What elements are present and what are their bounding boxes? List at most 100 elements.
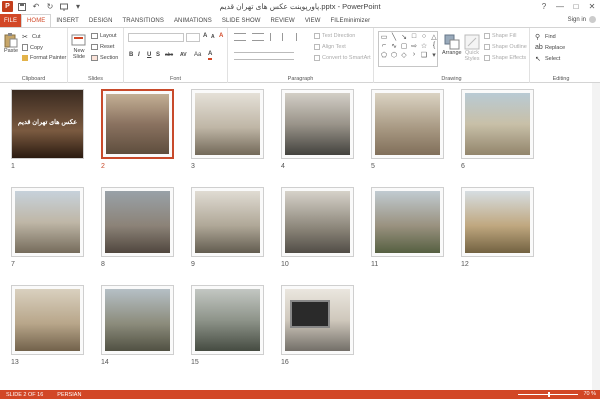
shadow-button[interactable]: S	[156, 52, 160, 58]
shape-fill-button[interactable]: Shape Fill	[484, 33, 516, 39]
sign-in-link[interactable]: Sign in	[568, 17, 586, 23]
hexagon-icon[interactable]: ⬡	[389, 50, 399, 59]
slide-thumbnail[interactable]: عکس های تهران قدیم	[11, 89, 84, 159]
select-button[interactable]: ↖ Select	[535, 55, 560, 63]
increase-indent-button[interactable]	[282, 33, 290, 41]
arrow-icon[interactable]: ↘	[399, 32, 409, 41]
slide-thumbnail[interactable]	[101, 187, 174, 257]
minimize-icon[interactable]: —	[552, 0, 568, 13]
slide-number: 15	[191, 359, 199, 366]
slide-thumbnail[interactable]	[191, 89, 264, 159]
shape-outline-button[interactable]: Shape Outline	[484, 44, 527, 50]
slide-thumbnail[interactable]	[191, 285, 264, 355]
format-painter-button[interactable]: Format Painter	[22, 55, 66, 61]
shape-effects-button[interactable]: Shape Effects	[484, 55, 526, 61]
section-button[interactable]: Section	[91, 55, 118, 61]
align-text-button[interactable]: Align Text	[314, 44, 346, 50]
copy-button[interactable]: Copy	[22, 44, 43, 51]
slide-thumbnail[interactable]	[461, 89, 534, 159]
font-color-button[interactable]: A	[208, 51, 213, 60]
shapes-gallery[interactable]: ▭ ╲ ↘ □ ○ △ ⌐ ∿ ▢ ⇨ ☆{ ⬠ ⬡ ◇ › ❑ ▾	[378, 31, 438, 67]
text-box-icon[interactable]: ▭	[379, 32, 389, 41]
tab-view[interactable]: VIEW	[300, 14, 326, 27]
decrease-indent-button[interactable]	[270, 33, 278, 41]
numbering-button[interactable]	[252, 33, 264, 41]
reset-button[interactable]: Reset	[91, 44, 114, 50]
text-direction-button[interactable]: Text Direction	[314, 33, 355, 39]
bullets-button[interactable]	[234, 33, 246, 41]
line-icon[interactable]: ╲	[389, 32, 399, 41]
rounded-rect-icon[interactable]: ▢	[399, 41, 409, 50]
find-label: Find	[545, 34, 556, 40]
tab-insert[interactable]: INSERT	[51, 14, 84, 27]
slide-thumbnail[interactable]	[191, 187, 264, 257]
paste-button[interactable]: Paste	[3, 32, 19, 54]
find-button[interactable]: ⚲ Find	[535, 33, 556, 41]
slide-thumbnail[interactable]	[371, 89, 444, 159]
grow-font-button[interactable]: A	[203, 33, 207, 39]
slide-thumbnail[interactable]	[11, 187, 84, 257]
font-name-combo[interactable]	[128, 33, 184, 42]
tab-design[interactable]: DESIGN	[84, 14, 118, 27]
close-icon[interactable]: ✕	[584, 0, 600, 13]
bold-button[interactable]: B	[129, 52, 133, 58]
arrange-button[interactable]: Arrange	[442, 34, 462, 56]
change-case-button[interactable]: Aa	[194, 52, 201, 58]
replace-button[interactable]: ab Replace	[535, 44, 565, 52]
new-slide-button[interactable]: New Slide	[71, 32, 87, 60]
character-spacing-button[interactable]: AV	[180, 52, 187, 58]
tab-home[interactable]: HOME	[21, 14, 52, 27]
zoom-slider-thumb[interactable]	[548, 392, 550, 397]
slide-thumbnail[interactable]	[281, 89, 354, 159]
curve-icon[interactable]: ∿	[389, 41, 399, 50]
align-buttons[interactable]	[234, 52, 294, 60]
slide-thumbnail[interactable]	[371, 187, 444, 257]
underline-button[interactable]: U	[147, 52, 151, 58]
slide-thumbnail[interactable]	[101, 285, 174, 355]
maximize-icon[interactable]: □	[568, 0, 584, 13]
layout-icon	[91, 33, 98, 39]
oval-icon[interactable]: ○	[419, 32, 429, 41]
new-slide-label-2: Slide	[72, 54, 86, 60]
tab-slide-show[interactable]: SLIDE SHOW	[217, 14, 266, 27]
diamond-icon[interactable]: ◇	[399, 50, 409, 59]
zoom-level[interactable]: 70 %	[583, 391, 596, 397]
slides-group-label: Slides	[88, 76, 103, 82]
layout-button[interactable]: Layout	[91, 33, 117, 39]
more-shapes-icon[interactable]: ▾	[429, 50, 439, 59]
quick-styles-button[interactable]: Quick Styles	[464, 34, 480, 62]
callout-icon[interactable]: ❑	[419, 50, 429, 59]
chevron-icon[interactable]: ›	[409, 50, 419, 59]
slide-thumbnail[interactable]	[281, 285, 354, 355]
tab-animations[interactable]: ANIMATIONS	[169, 14, 217, 27]
scissors-icon: ✂	[22, 34, 28, 41]
strikethrough-button[interactable]: abc	[165, 52, 173, 58]
clear-format-button[interactable]: A	[219, 33, 223, 39]
star-icon[interactable]: ☆	[419, 41, 429, 50]
rect-icon[interactable]: □	[409, 32, 419, 41]
slide-thumbnail[interactable]	[461, 187, 534, 257]
vertical-scrollbar[interactable]	[592, 83, 600, 390]
font-size-combo[interactable]	[186, 33, 200, 42]
tab-review[interactable]: REVIEW	[266, 14, 300, 27]
pentagon-icon[interactable]: ⬠	[379, 50, 389, 59]
slide-thumbnail[interactable]	[101, 89, 174, 159]
slide-number: 13	[11, 359, 19, 366]
line-spacing-button[interactable]	[296, 33, 304, 41]
brace-icon[interactable]: {	[429, 41, 439, 50]
tab-file[interactable]: FILE	[0, 14, 21, 27]
help-icon[interactable]: ?	[536, 0, 552, 13]
slide-thumbnail[interactable]	[281, 187, 354, 257]
triangle-icon[interactable]: △	[429, 32, 439, 41]
right-arrow-icon[interactable]: ⇨	[409, 41, 419, 50]
slide-number: 6	[461, 163, 465, 170]
italic-button[interactable]: I	[138, 52, 140, 58]
elbow-icon[interactable]: ⌐	[379, 41, 389, 50]
cut-button[interactable]: ✂ Cut	[22, 33, 41, 41]
language-indicator[interactable]: PERSIAN	[57, 392, 81, 398]
convert-smartart-button[interactable]: Convert to SmartArt	[314, 55, 371, 61]
shrink-font-button[interactable]: A	[211, 34, 215, 40]
tab-transitions[interactable]: TRANSITIONS	[118, 14, 169, 27]
slide-thumbnail[interactable]	[11, 285, 84, 355]
tab-fileminimizer[interactable]: FILEminimizer	[326, 14, 376, 27]
